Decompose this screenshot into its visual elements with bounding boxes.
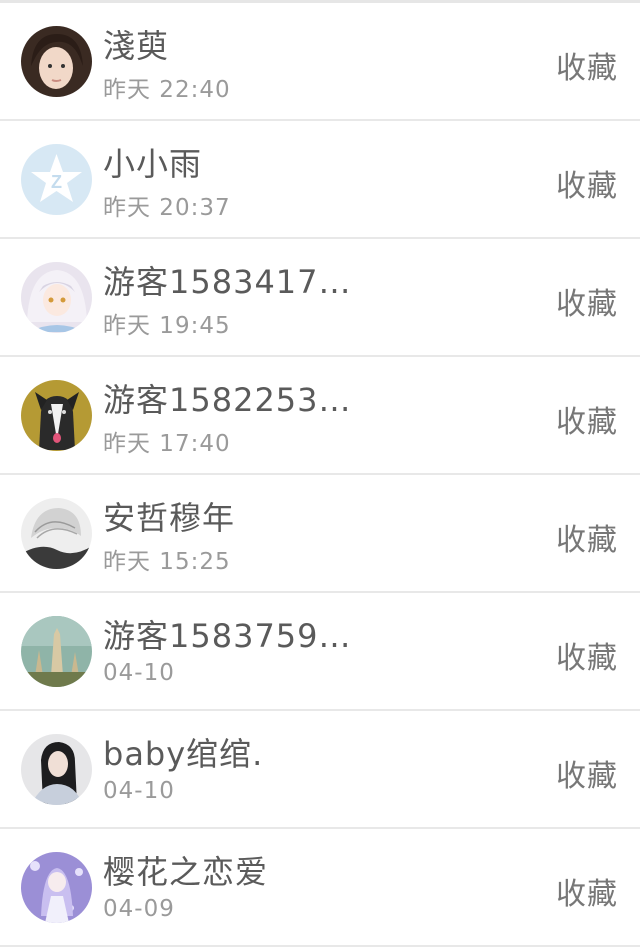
svg-text:Z: Z xyxy=(51,172,62,192)
photo-dark-hair-icon xyxy=(21,734,92,805)
visit-time: 04-09 xyxy=(103,896,175,922)
list-item[interactable]: 淺萸 昨天 22:40 收藏 xyxy=(0,3,640,121)
visit-time: 昨天 19:45 xyxy=(103,313,231,339)
avatar[interactable] xyxy=(21,852,92,923)
collect-button[interactable]: 收藏 xyxy=(556,397,618,441)
collect-button[interactable]: 收藏 xyxy=(556,869,618,913)
anime-white-hair-icon xyxy=(21,262,92,333)
list-item[interactable]: baby绾绾. 04-10 收藏 xyxy=(0,711,640,829)
collect-button[interactable]: 收藏 xyxy=(556,279,618,323)
visitor-name: 游客1583759… xyxy=(103,617,352,655)
anime-purple-icon xyxy=(21,852,92,923)
visitor-name: 游客1582253… xyxy=(103,381,352,419)
visitor-name: 淺萸 xyxy=(103,27,170,65)
avatar[interactable] xyxy=(21,616,92,687)
landscape-tower-icon xyxy=(21,616,92,687)
avatar[interactable]: Z xyxy=(21,144,92,215)
collect-button[interactable]: 收藏 xyxy=(556,751,618,795)
sketch-figure-icon xyxy=(21,498,92,569)
visit-time: 昨天 22:40 xyxy=(103,77,231,103)
dog-icon xyxy=(21,380,92,451)
visitor-name: 小小雨 xyxy=(103,145,203,183)
visit-time: 04-10 xyxy=(103,660,175,686)
list-item[interactable]: 樱花之恋爱 04-09 收藏 xyxy=(0,829,640,947)
avatar-photo-girl-icon xyxy=(21,26,92,97)
avatar[interactable] xyxy=(21,26,92,97)
collect-button[interactable]: 收藏 xyxy=(556,515,618,559)
collect-button[interactable]: 收藏 xyxy=(556,43,618,87)
qzone-star-icon: Z xyxy=(21,144,92,215)
collect-button[interactable]: 收藏 xyxy=(556,161,618,205)
list-item[interactable]: Z 小小雨 昨天 20:37 收藏 xyxy=(0,121,640,239)
visit-time: 昨天 20:37 xyxy=(103,195,231,221)
avatar[interactable] xyxy=(21,498,92,569)
visitor-name: 游客1583417… xyxy=(103,263,352,301)
list-item[interactable]: 安哲穆年 昨天 15:25 收藏 xyxy=(0,475,640,593)
avatar[interactable] xyxy=(21,734,92,805)
visit-time: 昨天 17:40 xyxy=(103,431,231,457)
visitor-name: 樱花之恋爱 xyxy=(103,853,269,891)
visitor-name: 安哲穆年 xyxy=(103,499,236,537)
collect-button[interactable]: 收藏 xyxy=(556,633,618,677)
avatar[interactable] xyxy=(21,380,92,451)
list-item[interactable]: 游客1582253… 昨天 17:40 收藏 xyxy=(0,357,640,475)
visitor-name: baby绾绾. xyxy=(103,735,264,773)
visitor-list: 淺萸 昨天 22:40 收藏 Z 小小雨 昨天 20:37 收藏 游客15834… xyxy=(0,0,640,952)
visit-time: 昨天 15:25 xyxy=(103,549,231,575)
list-item[interactable]: 游客1583417… 昨天 19:45 收藏 xyxy=(0,239,640,357)
list-item[interactable]: 游客1583759… 04-10 收藏 xyxy=(0,593,640,711)
avatar[interactable] xyxy=(21,262,92,333)
visit-time: 04-10 xyxy=(103,778,175,804)
